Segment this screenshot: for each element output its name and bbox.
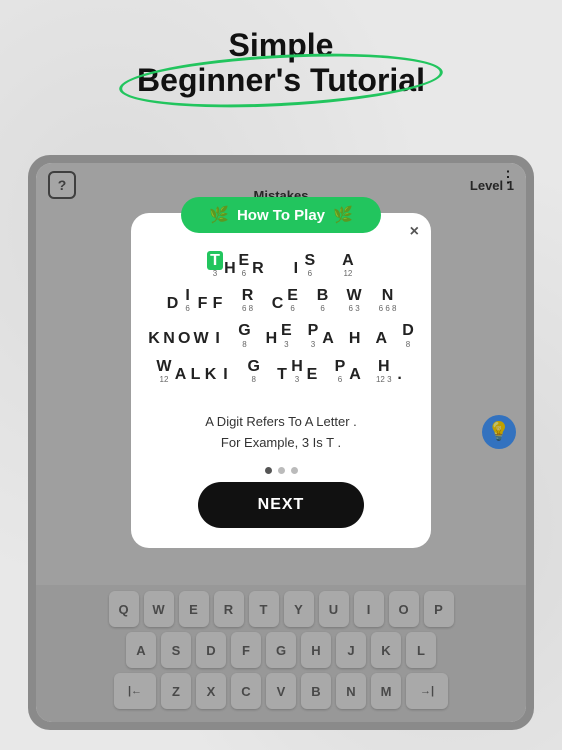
dot-1	[265, 467, 272, 474]
puzzle-line-1: T 3 H E 6	[147, 251, 415, 278]
how-to-play-text: How To Play	[237, 207, 325, 224]
info-text: A Digit Refers To A Letter . For Example…	[131, 402, 431, 460]
word-walki: W12 A L K I	[155, 357, 232, 384]
word-g2: G8	[237, 321, 251, 348]
pagination-dots	[131, 459, 431, 482]
leaf-right-icon: 🌿	[333, 205, 353, 225]
word-n: N6 6 8	[379, 286, 397, 313]
word-ther: T 3 H E 6	[207, 251, 265, 278]
word-knowi: K N O W I	[147, 329, 225, 348]
word-g3: G8	[247, 357, 261, 384]
word-b: B6	[316, 286, 330, 313]
info-line2: For Example, 3 Is T .	[151, 433, 411, 454]
leaf-left-icon: 🌿	[209, 205, 229, 225]
word-w: W6 3	[346, 286, 363, 313]
dot-3	[291, 467, 298, 474]
word-d: D8	[401, 321, 415, 348]
word-h2: H	[348, 329, 362, 348]
word-the: T H3 E	[275, 357, 319, 384]
word-ce: C E6	[271, 286, 300, 313]
next-button[interactable]: NEXT	[198, 482, 365, 528]
word-h-period: H12 3 .	[376, 357, 407, 384]
word-r: R6 8	[241, 286, 255, 313]
puzzle-line-3: K N O W I G8 H	[147, 321, 415, 348]
word-pa: P3 A	[306, 321, 335, 348]
word-pa2: P6 A	[333, 357, 362, 384]
word-is: I S 6	[289, 251, 317, 278]
word-he: H E3	[264, 321, 293, 348]
puzzle-line-4: W12 A L K I G8	[147, 357, 415, 384]
title-area: Simple Beginner's Tutorial	[0, 28, 562, 98]
how-to-play-banner: 🌿 How To Play 🌿	[181, 197, 381, 233]
device-frame: ? ⋮ Mistakes Level 1 💡 Q W E R T Y U I O	[28, 155, 534, 730]
info-line1: A Digit Refers To A Letter .	[151, 412, 411, 433]
modal-overlay: 🌿 How To Play 🌿 × T	[36, 163, 526, 722]
word-a: A 12	[341, 251, 355, 278]
close-button[interactable]: ×	[410, 223, 419, 241]
dot-2	[278, 467, 285, 474]
word-a2: A	[374, 329, 388, 348]
word-diff: D I6 F F	[166, 286, 225, 313]
puzzle-area: T 3 H E 6	[131, 233, 431, 402]
modal-box: 🌿 How To Play 🌿 × T	[131, 213, 431, 548]
puzzle-line-2: D I6 F F R6 8 C	[147, 286, 415, 313]
device-inner: ? ⋮ Mistakes Level 1 💡 Q W E R T Y U I O	[36, 163, 526, 722]
app-content: ? ⋮ Mistakes Level 1 💡 Q W E R T Y U I O	[36, 163, 526, 722]
